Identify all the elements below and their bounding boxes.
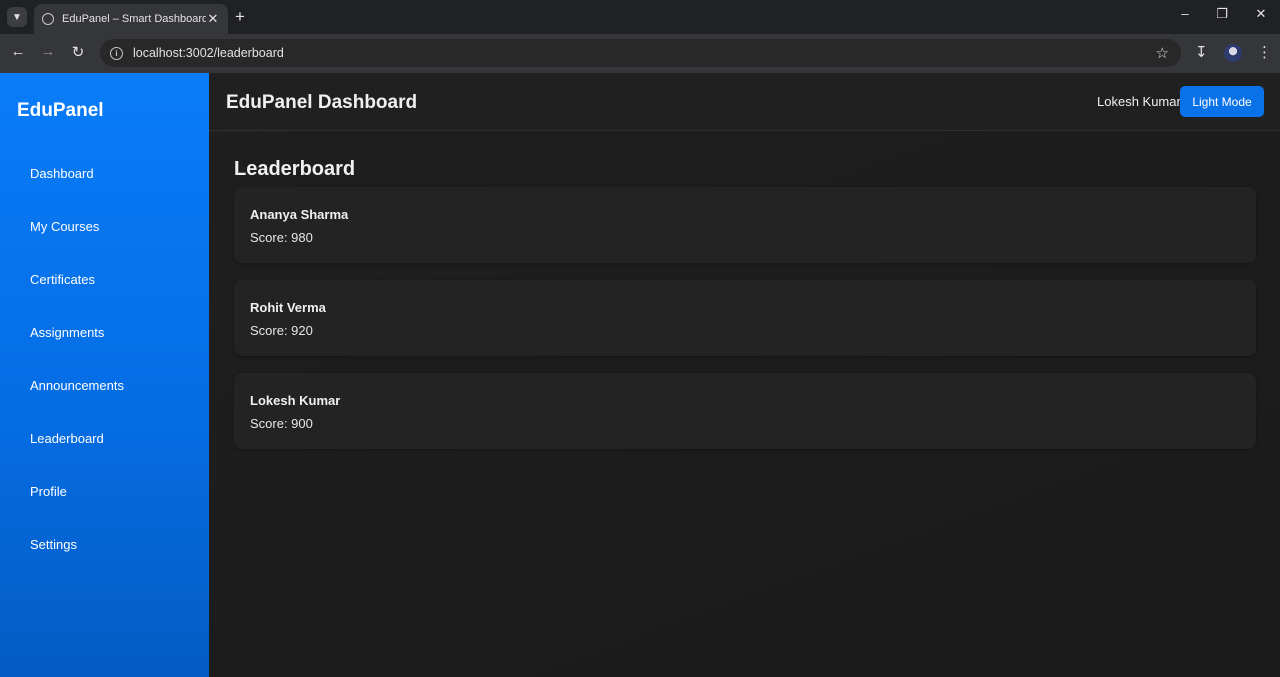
close-tab-icon[interactable]: ✕ xyxy=(206,11,220,27)
leaderboard-card: Lokesh Kumar Score: 900 xyxy=(234,373,1256,449)
top-header: EduPanel Dashboard Lokesh Kumar Light Mo… xyxy=(209,73,1280,131)
student-name: Ananya Sharma xyxy=(250,207,349,222)
sidebar-item-settings[interactable]: Settings xyxy=(0,518,209,571)
back-arrow-icon[interactable]: ← xyxy=(8,43,28,60)
brand-logo-text: EduPanel xyxy=(17,100,104,121)
sidebar: EduPanel Dashboard My Courses Certificat… xyxy=(0,73,209,677)
sidebar-item-certificates[interactable]: Certificates xyxy=(0,253,209,306)
sidebar-item-leaderboard[interactable]: Leaderboard xyxy=(0,412,209,465)
close-window-icon[interactable]: ✕ xyxy=(1250,6,1272,22)
header-title: EduPanel Dashboard xyxy=(226,92,418,113)
leaderboard-card: Ananya Sharma Score: 980 xyxy=(234,187,1256,263)
profile-avatar-icon[interactable] xyxy=(1224,44,1242,62)
tab-title: EduPanel – Smart Dashboard xyxy=(62,13,206,25)
light-mode-button[interactable]: Light Mode xyxy=(1180,86,1264,117)
sidebar-item-profile[interactable]: Profile xyxy=(0,465,209,518)
restore-icon[interactable]: ❐ xyxy=(1211,6,1233,22)
url-text: localhost:3002/leaderboard xyxy=(133,46,284,60)
user-name: Lokesh Kumar xyxy=(1097,94,1181,109)
leaderboard-card: Rohit Verma Score: 920 xyxy=(234,280,1256,356)
minimize-icon[interactable]: – xyxy=(1174,6,1196,21)
sidebar-item-my-courses[interactable]: My Courses xyxy=(0,200,209,253)
sidebar-item-assignments[interactable]: Assignments xyxy=(0,306,209,359)
new-tab-plus-icon[interactable]: + xyxy=(235,8,245,25)
globe-icon xyxy=(42,13,54,25)
page-title: Leaderboard xyxy=(234,158,356,180)
tab-search-chevron-icon[interactable]: ▼ xyxy=(7,7,27,27)
more-menu-icon[interactable]: ⋮ xyxy=(1257,43,1272,61)
forward-arrow-icon[interactable]: → xyxy=(38,43,58,60)
student-name: Lokesh Kumar xyxy=(250,393,341,408)
browser-tabstrip: ▼ EduPanel – Smart Dashboard ✕ + – ❐ ✕ xyxy=(0,0,1280,34)
browser-tab-active[interactable]: EduPanel – Smart Dashboard ✕ xyxy=(34,4,228,34)
student-name: Rohit Verma xyxy=(250,300,326,315)
main-area: EduPanel Dashboard Lokesh Kumar Light Mo… xyxy=(209,73,1280,677)
student-score: Score: 980 xyxy=(250,230,313,245)
student-score: Score: 900 xyxy=(250,416,313,431)
sidebar-nav: Dashboard My Courses Certificates Assign… xyxy=(0,147,209,571)
leaderboard-section: Leaderboard Ananya Sharma Score: 980 Roh… xyxy=(234,158,1256,466)
address-bar[interactable]: i localhost:3002/leaderboard ☆ xyxy=(100,39,1181,67)
site-info-icon[interactable]: i xyxy=(110,46,123,60)
download-icon[interactable]: ↧ xyxy=(1195,43,1208,61)
browser-toolbar: ← → ↻ i localhost:3002/leaderboard ☆ ↧ ⋮ xyxy=(0,34,1280,73)
student-score: Score: 920 xyxy=(250,323,313,338)
sidebar-item-dashboard[interactable]: Dashboard xyxy=(0,147,209,200)
app-root: EduPanel Dashboard My Courses Certificat… xyxy=(0,73,1280,677)
bookmark-star-icon[interactable]: ☆ xyxy=(1156,44,1169,62)
sidebar-item-announcements[interactable]: Announcements xyxy=(0,359,209,412)
reload-icon[interactable]: ↻ xyxy=(68,43,88,61)
